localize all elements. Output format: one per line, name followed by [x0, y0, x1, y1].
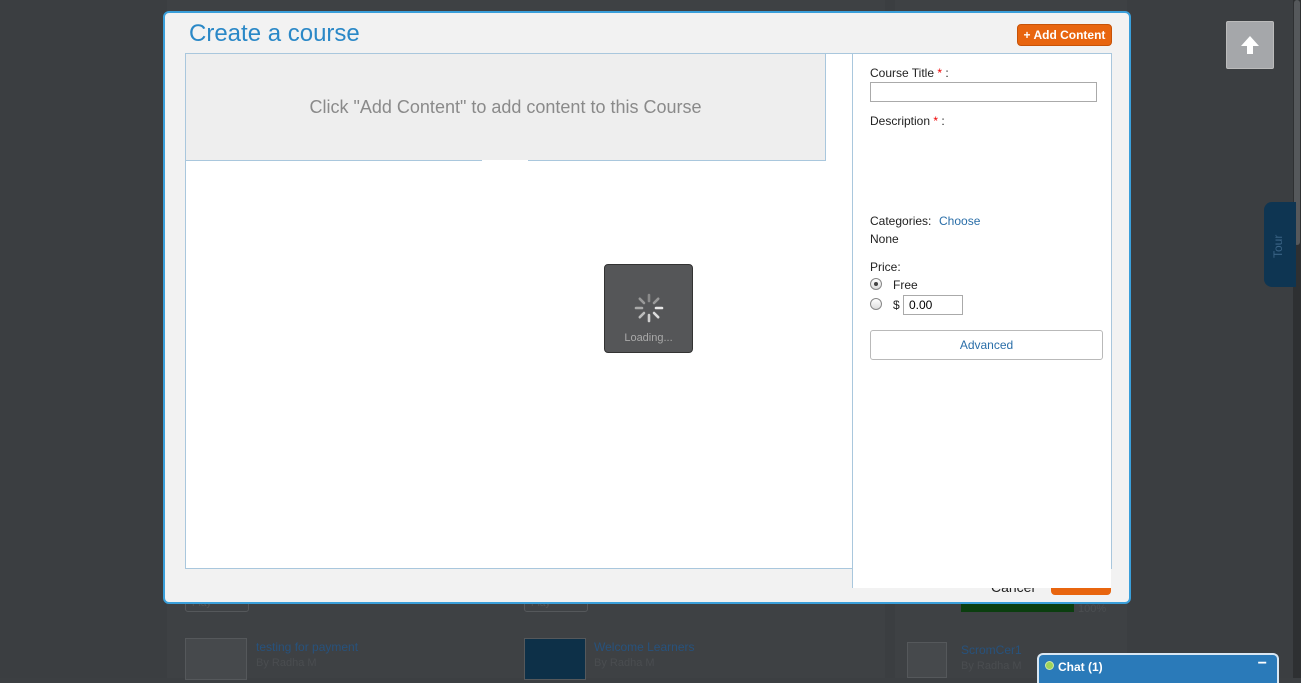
progress-label: 100%: [1078, 603, 1107, 615]
tour-tab[interactable]: Tour: [1264, 202, 1296, 287]
course-thumbnail: [907, 642, 947, 678]
add-content-button[interactable]: + Add Content: [1017, 24, 1112, 46]
side-course-byline: By Radha M: [961, 660, 1022, 672]
course-content-area: Click "Add Content" to add content to th…: [186, 54, 852, 568]
course-card: testing for payment By Radha M: [256, 640, 358, 669]
chat-count: (1): [1088, 660, 1103, 674]
page-scrollbar[interactable]: [1293, 0, 1301, 678]
price-label: Price:: [870, 260, 901, 274]
price-free-radio[interactable]: [870, 278, 882, 290]
description-editor[interactable]: [870, 132, 1097, 204]
arrow-up-icon: [1241, 36, 1259, 54]
online-status-icon: [1045, 661, 1054, 670]
course-editor: Click "Add Content" to add content to th…: [185, 53, 1112, 588]
course-card-byline: By Radha M: [256, 657, 317, 669]
advanced-button[interactable]: Advanced: [870, 330, 1103, 360]
course-card-title: Welcome Learners: [594, 640, 695, 654]
scroll-to-top-button[interactable]: [1226, 21, 1274, 69]
create-course-dialog: Create a course + Add Content Cancel Cli…: [163, 11, 1131, 604]
price-paid-radio[interactable]: [870, 298, 882, 310]
price-input[interactable]: [903, 295, 963, 315]
chat-label: Chat (1): [1058, 660, 1103, 674]
dialog-title: Create a course: [189, 20, 360, 47]
categories-label: Categories:: [870, 214, 932, 228]
course-thumbnail: [185, 638, 247, 680]
course-card: Welcome Learners By Radha M: [594, 640, 695, 669]
progress-bar: [961, 603, 1074, 612]
course-thumbnail: [524, 638, 586, 680]
categories-value: None: [870, 232, 899, 246]
price-free-label: Free: [893, 278, 918, 292]
currency-symbol: $: [893, 298, 900, 312]
side-course-item: ScromCer1 By Radha M: [961, 643, 1022, 672]
empty-content-placeholder: Click "Add Content" to add content to th…: [186, 54, 826, 161]
description-label: Description * :: [870, 114, 945, 128]
course-card-title: testing for payment: [256, 640, 359, 654]
chat-bar[interactable]: Chat (1) −: [1037, 653, 1279, 683]
tour-tab-label: Tour: [1271, 234, 1285, 258]
course-title-label: Course Title * :: [870, 66, 949, 80]
course-card-byline: By Radha M: [594, 657, 655, 669]
course-details-form: Course Title * : Description * : Categor…: [852, 54, 1111, 588]
spinner-icon: [634, 293, 664, 323]
placeholder-text: Click "Add Content" to add content to th…: [309, 96, 702, 117]
side-course-title: ScromCer1: [961, 643, 1022, 657]
loading-text: Loading...: [624, 332, 673, 344]
minimize-icon[interactable]: −: [1258, 655, 1267, 673]
placeholder-divider-gap: [482, 160, 528, 163]
loading-indicator: Loading...: [604, 264, 693, 353]
course-title-input[interactable]: [870, 82, 1097, 102]
choose-categories-link[interactable]: Choose: [939, 214, 980, 228]
